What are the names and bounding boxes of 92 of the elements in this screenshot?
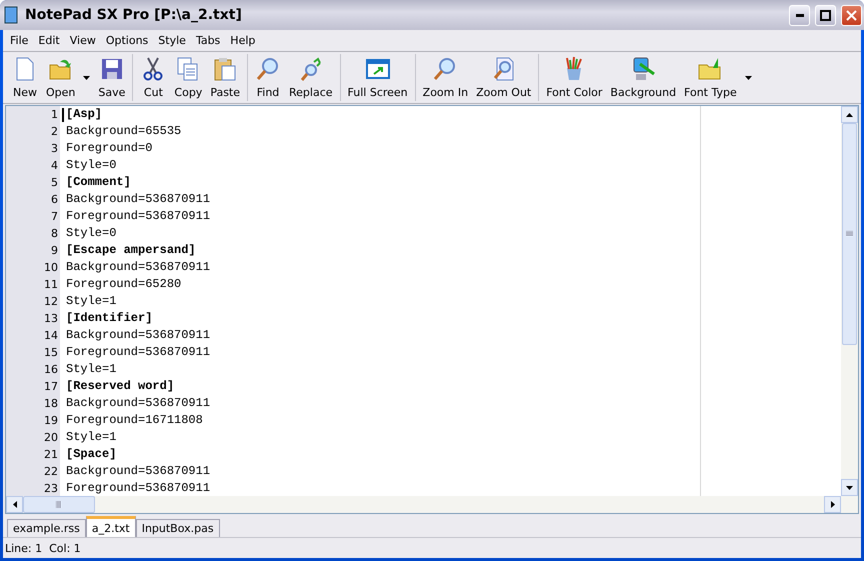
code-line: Style=1	[66, 361, 116, 378]
code-line: Style=0	[66, 225, 116, 242]
left-arrow-icon[interactable]	[12, 501, 16, 508]
code-line: Foreground=536870911	[66, 480, 210, 496]
line-number: 12	[43, 294, 59, 310]
code-line: Background=536870911	[66, 327, 210, 344]
close-icon	[846, 10, 857, 20]
menu-item[interactable]: File	[5, 34, 34, 47]
minimize-button[interactable]	[789, 4, 810, 26]
file-tab[interactable]: example.rss	[7, 519, 86, 537]
code-line: Foreground=16711808	[66, 412, 203, 429]
line-number: 17	[43, 379, 59, 395]
code-line: Background=536870911	[66, 463, 210, 480]
notepad-icon	[2, 6, 20, 24]
line-number: 18	[43, 396, 59, 412]
code-line: Foreground=536870911	[66, 344, 210, 361]
line-number: 7	[50, 209, 59, 225]
code-line: Background=536870911	[66, 191, 210, 208]
line-number: 20	[43, 430, 59, 446]
caret-icon[interactable]	[83, 76, 90, 80]
code-line: [Identifier]	[66, 310, 152, 327]
code-line: Style=1	[66, 293, 116, 310]
code-line: [Escape ampersand]	[66, 242, 196, 259]
toolbar-button[interactable]: Full Screen	[344, 54, 412, 101]
line-number: 11	[43, 277, 59, 293]
right-arrow-icon[interactable]	[830, 501, 834, 508]
line-number: 13	[43, 311, 59, 327]
code-line: Background=65535	[66, 123, 182, 140]
text-cursor	[62, 108, 64, 122]
line-number: 14	[43, 328, 59, 344]
code-line: Foreground=65280	[66, 276, 182, 293]
code-line: Foreground=536870911	[66, 208, 210, 225]
toolbar-button[interactable]: Replace	[285, 54, 337, 101]
code-line: Foreground=0	[66, 140, 152, 157]
line-number: 16	[43, 362, 59, 378]
vertical-scrollbar[interactable]	[841, 106, 858, 496]
line-number: 1	[50, 107, 59, 123]
line-number: 15	[43, 345, 59, 361]
toolbar-button[interactable]: Paste	[206, 54, 244, 101]
code-line: Background=536870911	[66, 259, 210, 276]
toolbar-button[interactable]: Background	[606, 54, 680, 101]
down-arrow-icon[interactable]	[846, 486, 853, 490]
clipboard-icon	[212, 56, 238, 82]
menu-item[interactable]: Style	[153, 34, 191, 47]
code-line: [Comment]	[66, 174, 131, 191]
close-button[interactable]	[841, 4, 862, 26]
line-number: 5	[50, 175, 59, 191]
maximize-icon	[820, 10, 831, 20]
menu-item[interactable]: View	[64, 34, 101, 47]
toolbar-button[interactable]: Font Type	[680, 54, 741, 101]
minimize-icon	[796, 14, 804, 16]
toolbar-button[interactable]: Zoom Out	[472, 54, 536, 101]
code-line: Background=536870911	[66, 395, 210, 412]
menu-item[interactable]: Edit	[33, 34, 65, 47]
toolbar-button[interactable]: Font Color	[542, 54, 606, 101]
code-line: [Reserved word]	[66, 378, 174, 395]
line-number: 4	[50, 158, 59, 174]
file-tab[interactable]: a_2.txt	[86, 516, 136, 537]
toolbar-button[interactable]: Zoom In	[418, 54, 472, 101]
toolbar-button[interactable]: Open	[42, 54, 80, 101]
toolbar-button[interactable]: Cut	[136, 54, 170, 101]
line-number: 21	[43, 447, 59, 463]
menu-item[interactable]: Options	[100, 34, 154, 47]
line-number: 19	[43, 413, 59, 429]
code-line: Style=1	[66, 429, 116, 446]
line-number: 10	[43, 260, 59, 276]
line-number: 3	[50, 141, 59, 157]
menu-item[interactable]: Help	[225, 34, 260, 47]
toolbar-button[interactable]: New	[8, 54, 42, 101]
toolbar-button[interactable]: Save	[94, 54, 130, 101]
up-arrow-icon[interactable]	[846, 112, 853, 116]
file-tab[interactable]: InputBox.pas	[136, 519, 220, 537]
line-number: 22	[43, 464, 59, 480]
toolbar-button[interactable]: Find	[251, 54, 286, 101]
horizontal-scrollbar[interactable]	[6, 496, 858, 513]
menu-item[interactable]: Tabs	[190, 34, 226, 47]
code-line: [Space]	[66, 446, 116, 463]
toolbar-button[interactable]: Copy	[170, 54, 206, 101]
grip-icon[interactable]	[846, 231, 853, 237]
line-number: 6	[50, 192, 59, 208]
folder-icon	[697, 56, 724, 82]
code-line: [Asp]	[66, 106, 102, 123]
caret-icon[interactable]	[744, 76, 752, 80]
cursor-position: Line: 1 Col: 1	[5, 542, 81, 554]
line-number: 8	[50, 226, 59, 242]
line-number: 9	[50, 243, 59, 259]
grip-icon[interactable]	[56, 501, 62, 508]
code-line: Style=0	[66, 157, 116, 174]
window-title: NotePad SX Pro [P:\a_2.txt]	[25, 7, 243, 23]
maximize-button[interactable]	[815, 4, 836, 26]
line-number: 2	[50, 124, 59, 140]
line-number: 23	[43, 481, 59, 496]
